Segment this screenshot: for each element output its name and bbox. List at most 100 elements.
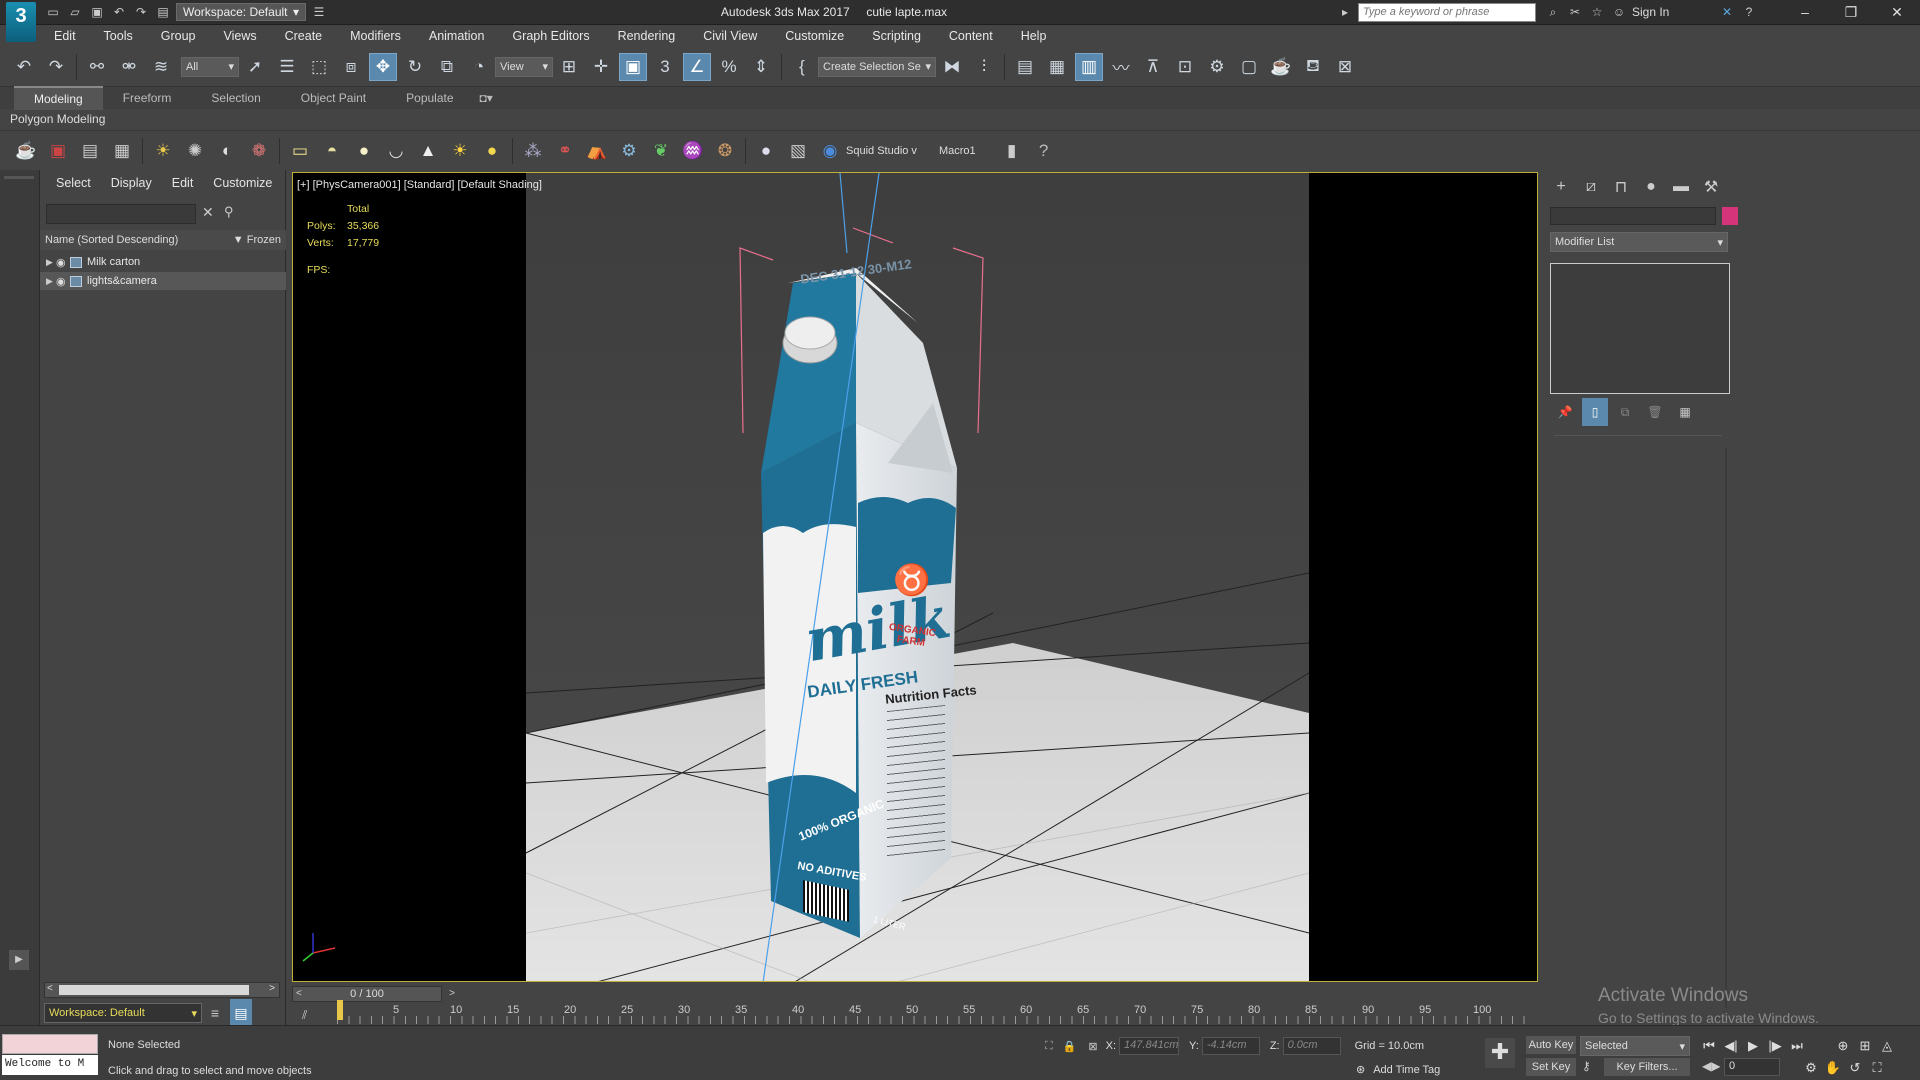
tab-object-paint[interactable]: Object Paint — [281, 87, 386, 109]
sphere-icon[interactable]: ● — [350, 137, 378, 165]
z-coordinate-field[interactable]: 0.0cm — [1282, 1037, 1341, 1055]
explorer-search-input[interactable] — [46, 204, 196, 224]
list-icon[interactable]: ▤ — [76, 137, 104, 165]
play-icon[interactable]: ▶ — [1742, 1035, 1764, 1057]
render-icon[interactable]: ▣ — [44, 137, 72, 165]
column-header[interactable]: Name (Sorted Descending) ▼ Frozen — [40, 230, 286, 250]
key-filter-icon[interactable]: ⚷ — [1582, 1059, 1591, 1073]
select-scale-icon[interactable]: ⧉ — [433, 53, 461, 81]
map-browser-icon[interactable]: ▧ — [784, 137, 812, 165]
time-slider[interactable]: < 0 / 100 > — [292, 986, 455, 1002]
undo-icon[interactable]: ↶ — [10, 53, 38, 81]
list-item[interactable]: ▶ ◉ lights&camera — [40, 272, 286, 290]
cone-icon[interactable]: ▲ — [414, 137, 442, 165]
edit-named-selection-icon[interactable]: { — [788, 53, 816, 81]
modifier-list-dropdown[interactable]: Modifier List ▾ — [1550, 232, 1728, 252]
modify-tab-icon[interactable]: ⧄ — [1576, 174, 1606, 200]
key-mode-dropdown[interactable]: Selected ▾ — [1580, 1036, 1690, 1056]
undo-icon[interactable]: ↶ — [110, 4, 128, 20]
render-cloud-icon[interactable]: ⊠ — [1331, 53, 1359, 81]
ribbon-options-icon[interactable]: ◘▾ — [474, 87, 499, 109]
lock-icon[interactable]: 🔒 — [1063, 1040, 1077, 1053]
expand-arrow-icon[interactable]: ▶ — [46, 276, 56, 287]
display-tab-icon[interactable]: ▬ — [1666, 174, 1696, 200]
go-to-end-icon[interactable]: ⏭ — [1786, 1035, 1808, 1057]
workspace-dropdown[interactable]: Workspace: Default ▾ — [176, 3, 306, 21]
schematic-view-icon[interactable]: ⊼ — [1139, 53, 1167, 81]
object-color-swatch[interactable] — [1722, 207, 1738, 225]
auto-key-button[interactable]: Auto Key — [1526, 1036, 1576, 1054]
select-by-name-icon[interactable]: ☰ — [273, 53, 301, 81]
modifier-stack[interactable] — [1550, 263, 1730, 394]
set-key-big-icon[interactable]: ✚ — [1485, 1038, 1515, 1068]
ribbon-panel-title[interactable]: Polygon Modeling — [10, 110, 105, 128]
sun-icon[interactable]: ☀ — [446, 137, 474, 165]
menu-group[interactable]: Group — [149, 25, 212, 47]
open-file-icon[interactable]: ▱ — [66, 4, 84, 20]
clear-search-icon[interactable]: ✕ — [202, 204, 214, 221]
explorer-menu-select[interactable]: Select — [46, 170, 101, 196]
tab-modeling[interactable]: Modeling — [14, 86, 103, 110]
redo-icon[interactable]: ↷ — [42, 53, 70, 81]
motion-tab-icon[interactable]: ● — [1636, 174, 1666, 200]
collapse-arrow-icon[interactable]: ▸ — [1336, 4, 1354, 20]
maximize-viewport-icon[interactable]: ⛶ — [1866, 1057, 1888, 1079]
explorer-menu-customize[interactable]: Customize — [203, 170, 282, 196]
absolute-mode-icon[interactable]: ⊠ — [1088, 1040, 1097, 1053]
render-production-icon[interactable]: ☕ — [1267, 53, 1295, 81]
favorites-star-icon[interactable]: ☆ — [1588, 4, 1606, 20]
sign-in-button[interactable]: Sign In — [1632, 5, 1718, 19]
column-name[interactable]: Name (Sorted Descending) — [45, 234, 178, 246]
close-icon[interactable]: ✕ — [1874, 4, 1920, 21]
maxscript-listener-input[interactable]: Welcome to M — [2, 1055, 98, 1075]
show-end-result-icon[interactable]: ▯ — [1582, 398, 1608, 426]
table-icon[interactable]: ▦ — [108, 137, 136, 165]
set-key-button[interactable]: Set Key — [1526, 1058, 1576, 1076]
new-file-icon[interactable]: ▭ — [44, 4, 62, 20]
select-manipulate-icon[interactable]: ✛ — [587, 53, 615, 81]
scroll-right-icon[interactable]: > — [269, 983, 275, 994]
material-editor-icon[interactable]: ⊡ — [1171, 53, 1199, 81]
grid-scatter-icon[interactable]: ⁂ — [519, 137, 547, 165]
menu-scripting[interactable]: Scripting — [860, 25, 937, 47]
pivot-center-icon[interactable]: ⊞ — [555, 53, 583, 81]
create-tab-icon[interactable]: + — [1546, 174, 1576, 200]
script-icon[interactable]: ▮ — [998, 137, 1026, 165]
eye-icon[interactable]: ◉ — [56, 256, 70, 269]
tab-selection[interactable]: Selection — [191, 87, 280, 109]
expand-arrow-icon[interactable]: ▶ — [9, 950, 29, 970]
app-logo[interactable]: 3 — [6, 2, 36, 42]
restore-icon[interactable]: ❐ — [1828, 4, 1874, 21]
select-move-icon[interactable]: ✥ — [369, 52, 397, 81]
help-icon[interactable]: ? — [1740, 4, 1758, 20]
named-selection-set-dropdown[interactable]: Create Selection Se ▾ — [818, 56, 936, 77]
hierarchy-tab-icon[interactable]: ⊓ — [1606, 174, 1636, 200]
menu-animation[interactable]: Animation — [417, 25, 501, 47]
select-object-icon[interactable]: ➚ — [241, 53, 269, 81]
previous-frame-icon[interactable]: ◀| — [1720, 1035, 1742, 1057]
material-sphere-icon[interactable]: ● — [752, 137, 780, 165]
mirror-icon[interactable]: ⧓ — [938, 53, 966, 81]
selection-filter-dropdown[interactable]: All ▾ — [181, 56, 239, 77]
fur-icon[interactable]: ❂ — [711, 137, 739, 165]
light-lister-icon[interactable]: ☀ — [149, 137, 177, 165]
explorer-menu-edit[interactable]: Edit — [162, 170, 204, 196]
scrollbar-thumb[interactable] — [59, 985, 249, 995]
add-time-tag[interactable]: ⊛ Add Time Tag — [1356, 1063, 1440, 1077]
unlink-icon[interactable]: ⚮ — [115, 53, 143, 81]
help-icon[interactable]: ? — [1030, 137, 1058, 165]
hair-icon[interactable]: ♒ — [679, 137, 707, 165]
percent-snap-icon[interactable]: % — [715, 53, 743, 81]
list-item[interactable]: ▶ ◉ Milk carton — [40, 253, 286, 271]
menu-help[interactable]: Help — [1009, 25, 1063, 47]
link-icon[interactable]: ⚯ — [83, 53, 111, 81]
menu-rendering[interactable]: Rendering — [606, 25, 692, 47]
teapot-icon[interactable]: ☕ — [12, 137, 40, 165]
horizontal-scrollbar[interactable]: < > — [44, 982, 280, 998]
zoom-all-icon[interactable]: ⊞ — [1854, 1035, 1876, 1057]
align-icon[interactable]: ⫶ — [970, 53, 998, 81]
rollout-scrollbar[interactable] — [1725, 448, 1727, 1008]
maxscript-listener-top[interactable] — [2, 1034, 98, 1054]
window-crossing-icon[interactable]: ⧈ — [337, 53, 365, 81]
orbit-icon[interactable]: ↺ — [1844, 1057, 1866, 1079]
